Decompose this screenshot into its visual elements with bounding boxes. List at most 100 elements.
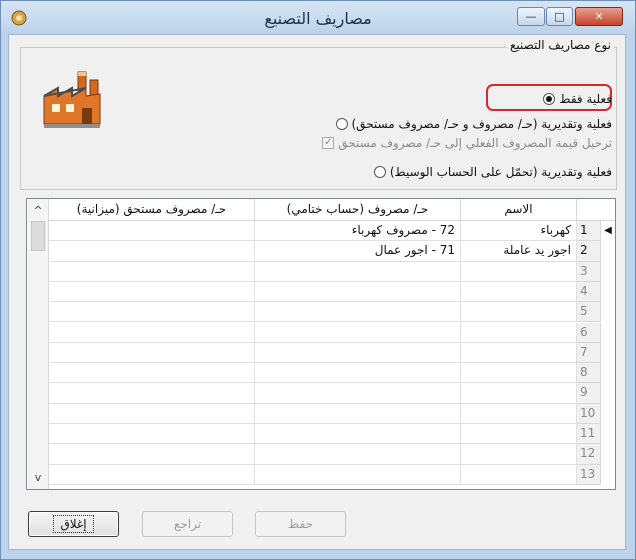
table-row[interactable]: 13: [27, 464, 615, 485]
column-header-accrued[interactable]: حـ/ مصروف مستحق (ميزانية): [49, 199, 255, 221]
save-button[interactable]: حفظ: [255, 511, 346, 537]
table-row[interactable]: 7: [27, 342, 615, 364]
cell-expense[interactable]: [255, 383, 461, 404]
table-row[interactable]: 12: [27, 444, 615, 465]
current-row-arrow-icon[interactable]: ◀: [601, 221, 615, 242]
row-number: 11: [577, 424, 601, 445]
cell-accrued[interactable]: [49, 342, 255, 364]
row-selector[interactable]: [601, 261, 615, 282]
cell-name[interactable]: [461, 302, 577, 323]
cell-name[interactable]: اجور يد عاملة: [461, 241, 577, 262]
cell-expense[interactable]: [255, 444, 461, 465]
row-selector[interactable]: [601, 363, 615, 384]
row-selector[interactable]: [601, 322, 615, 343]
cell-accrued[interactable]: [49, 363, 255, 384]
row-selector[interactable]: [601, 403, 615, 424]
cell-expense[interactable]: [255, 322, 461, 343]
cell-expense[interactable]: 71 - اجور عمال: [255, 241, 461, 262]
radio-label: فعلية وتقديرية (حـ/ مصروف و حـ/ مصروف مس…: [351, 117, 613, 131]
table-row[interactable]: 3: [27, 261, 615, 282]
radio-label: فعلية وتقديرية (تحمّل على الحساب الوسيط): [389, 165, 612, 179]
checkmark-icon[interactable]: ✓: [322, 137, 335, 149]
radio-circle[interactable]: [335, 118, 348, 130]
cell-accrued[interactable]: [49, 261, 255, 282]
cell-expense[interactable]: [255, 342, 461, 364]
row-number: 3: [577, 261, 601, 282]
table-row[interactable]: 5: [27, 302, 615, 323]
row-number: 5: [577, 302, 601, 323]
row-number: 1: [577, 221, 601, 242]
table-row[interactable]: 11: [27, 424, 615, 445]
cell-accrued[interactable]: [49, 221, 255, 242]
close-button[interactable]: إغلاق: [28, 511, 119, 537]
row-number: 7: [577, 342, 601, 364]
cell-name[interactable]: [461, 281, 577, 303]
cell-accrued[interactable]: [49, 444, 255, 465]
cell-name[interactable]: [461, 444, 577, 465]
row-selector[interactable]: [601, 281, 615, 303]
vertical-scrollbar[interactable]: ^ v: [28, 199, 49, 489]
expenses-grid[interactable]: حـ/ مصروف مستحق (ميزانية) حـ/ مصروف (حسا…: [26, 198, 616, 490]
radio-label: فعلية فقط: [559, 92, 612, 106]
cell-name[interactable]: [461, 261, 577, 282]
table-row[interactable]: 10: [27, 403, 615, 424]
row-selector[interactable]: [601, 342, 615, 364]
factory-icon: [43, 71, 101, 128]
cell-name[interactable]: [461, 322, 577, 343]
row-selector[interactable]: [601, 241, 615, 262]
cell-accrued[interactable]: [49, 241, 255, 262]
cell-name[interactable]: [461, 363, 577, 384]
cell-expense[interactable]: 72 - مصروف كهرباء: [255, 221, 461, 242]
radio-actual-only[interactable]: فعلية فقط: [543, 92, 612, 106]
cell-accrued[interactable]: [49, 383, 255, 404]
radio-circle[interactable]: [373, 166, 386, 178]
scroll-up-icon[interactable]: ^: [28, 201, 48, 221]
undo-button[interactable]: تراجع: [142, 511, 233, 537]
scroll-down-icon[interactable]: v: [28, 468, 48, 488]
table-row[interactable]: 72 - مصروف كهرباء كهرباء 1 ◀: [27, 221, 615, 242]
cell-name[interactable]: [461, 342, 577, 364]
table-row[interactable]: 8: [27, 363, 615, 384]
row-number: 8: [577, 363, 601, 384]
cell-expense[interactable]: [255, 363, 461, 384]
cell-accrued[interactable]: [49, 302, 255, 323]
column-header-expense[interactable]: حـ/ مصروف (حساب ختامي): [255, 199, 461, 221]
cell-accrued[interactable]: [49, 464, 255, 485]
cell-expense[interactable]: [255, 261, 461, 282]
column-header-name[interactable]: الاسم: [461, 199, 577, 221]
row-selector[interactable]: [601, 302, 615, 323]
radio-circle[interactable]: [543, 93, 556, 105]
cell-name[interactable]: [461, 464, 577, 485]
close-window-button[interactable]: ✕: [575, 7, 623, 26]
transfer-checkbox-row[interactable]: ✓ ترحيل قيمة المصروف الفعلي إلى حـ/ مصرو…: [322, 136, 612, 150]
row-selector[interactable]: [601, 464, 615, 485]
cell-expense[interactable]: [255, 403, 461, 424]
cell-expense[interactable]: [255, 464, 461, 485]
scroll-thumb[interactable]: [31, 221, 45, 251]
cell-name[interactable]: [461, 383, 577, 404]
cell-name[interactable]: [461, 424, 577, 445]
table-row[interactable]: 4: [27, 281, 615, 303]
radio-actual-estimated[interactable]: فعلية وتقديرية (حـ/ مصروف و حـ/ مصروف مس…: [335, 117, 613, 131]
cell-accrued[interactable]: [49, 424, 255, 445]
row-number: 10: [577, 403, 601, 424]
table-row[interactable]: 9: [27, 383, 615, 404]
row-selector[interactable]: [601, 383, 615, 404]
table-row[interactable]: 71 - اجور عمال اجور يد عاملة 2: [27, 241, 615, 262]
row-number: 13: [577, 464, 601, 485]
radio-actual-intermediate[interactable]: فعلية وتقديرية (تحمّل على الحساب الوسيط): [373, 165, 612, 179]
cell-accrued[interactable]: [49, 322, 255, 343]
minimize-button[interactable]: —: [517, 7, 545, 26]
title-bar[interactable]: مصاريف التصنيع — □ ✕: [1, 1, 635, 35]
row-selector[interactable]: [601, 444, 615, 465]
cell-accrued[interactable]: [49, 403, 255, 424]
cell-name[interactable]: [461, 403, 577, 424]
row-selector[interactable]: [601, 424, 615, 445]
cell-accrued[interactable]: [49, 281, 255, 303]
table-row[interactable]: 6: [27, 322, 615, 343]
maximize-button[interactable]: □: [546, 7, 573, 26]
cell-name[interactable]: كهرباء: [461, 221, 577, 242]
cell-expense[interactable]: [255, 424, 461, 445]
cell-expense[interactable]: [255, 281, 461, 303]
cell-expense[interactable]: [255, 302, 461, 323]
